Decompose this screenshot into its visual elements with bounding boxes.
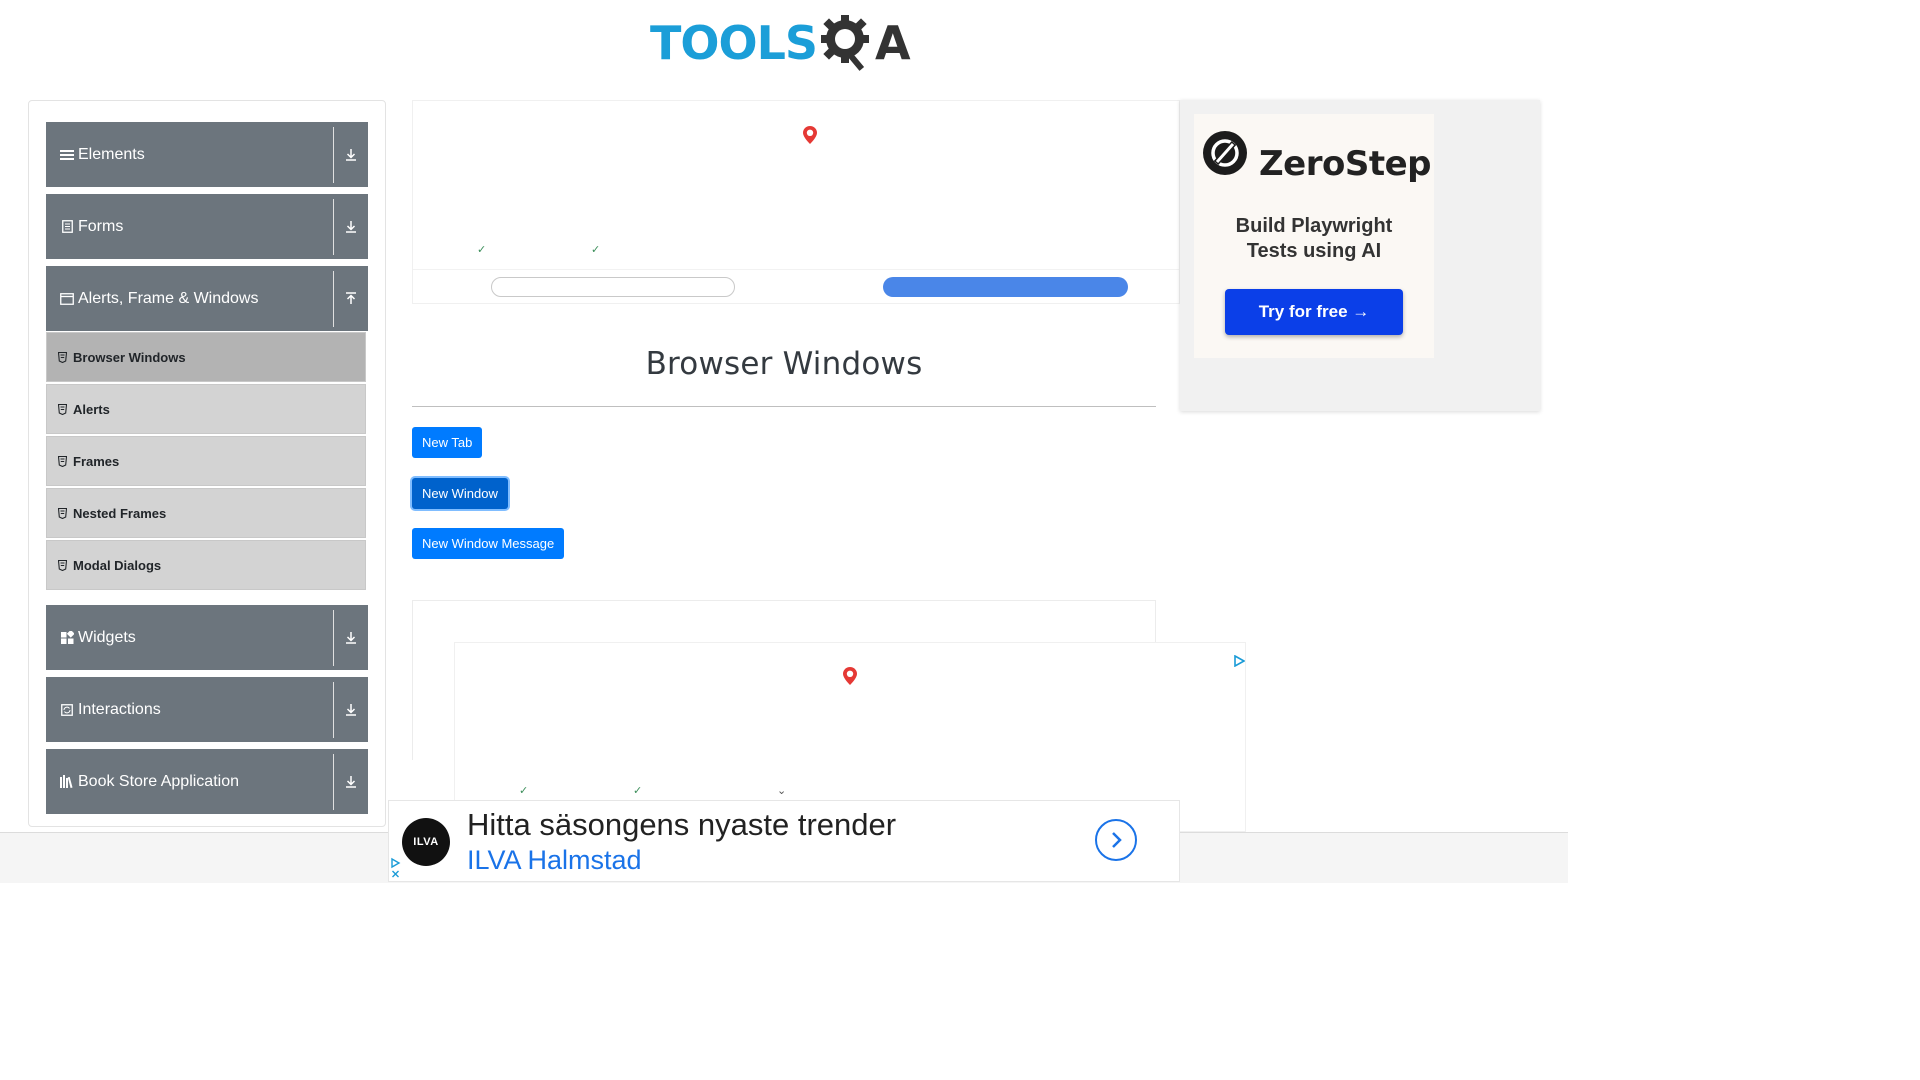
check-icon: ✓ — [519, 785, 529, 797]
ad-info-icon[interactable] — [391, 857, 401, 879]
ilva-logo: ILVA — [402, 818, 450, 866]
group-header-elements[interactable]: Elements — [46, 122, 368, 187]
ad-tagline-line1: Build Playwright — [1235, 215, 1393, 237]
library-icon — [60, 775, 74, 789]
new-window-message-button[interactable]: New Window Message — [412, 528, 565, 559]
ad-brand-name: ZeroStep — [1259, 144, 1431, 184]
adchoices-icon[interactable] — [1233, 655, 1245, 667]
page-title: Browser Windows — [645, 346, 923, 382]
html5-icon — [57, 403, 67, 415]
group-header-forms[interactable]: Forms — [46, 194, 368, 259]
html5-icon — [57, 351, 67, 363]
group-header-widgets[interactable]: Widgets — [46, 605, 368, 670]
sub-item-frames[interactable]: Frames — [46, 436, 366, 486]
window-icon — [60, 292, 74, 306]
check-icon: ✓ — [633, 785, 643, 797]
title-divider — [412, 406, 1156, 407]
html5-icon — [57, 559, 67, 571]
group-label: Forms — [78, 217, 124, 235]
zerostep-logo-icon — [1203, 131, 1247, 175]
check-icon: ✓ — [591, 244, 601, 256]
download-arrow-icon[interactable] — [334, 631, 368, 644]
map-pin-icon — [803, 126, 817, 144]
group-label: Alerts, Frame & Windows — [78, 289, 259, 307]
logo-a-text: A — [875, 16, 911, 70]
group-header-interactions[interactable]: Interactions — [46, 677, 368, 742]
sub-item-label: Browser Windows — [73, 349, 186, 365]
gear-magnifier-icon — [821, 15, 870, 71]
html5-icon — [57, 455, 67, 467]
group-label: Widgets — [78, 628, 136, 646]
upload-arrow-icon[interactable] — [334, 292, 368, 305]
html5-icon — [57, 507, 67, 519]
sub-item-label: Frames — [73, 453, 120, 469]
toolsqa-logo[interactable]: TOOLS A — [650, 10, 911, 76]
banner-subtitle: ILVA Halmstad — [467, 845, 642, 875]
hamburger-icon — [60, 148, 74, 162]
sub-item-alerts[interactable]: Alerts — [46, 384, 366, 434]
download-arrow-icon[interactable] — [334, 148, 368, 161]
top-ad-frame[interactable]: ✓ ✓ — [412, 100, 1180, 304]
sub-item-modal-dialogs[interactable]: Modal Dialogs — [46, 540, 366, 590]
banner-headline: Hitta säsongens nyaste trender — [467, 807, 897, 842]
download-arrow-icon[interactable] — [334, 775, 368, 788]
sub-item-browser-windows[interactable]: Browser Windows — [46, 332, 366, 382]
group-header-alerts-frame-windows[interactable]: Alerts, Frame & Windows — [46, 266, 368, 331]
divider — [413, 269, 1179, 270]
map-pin-icon — [843, 667, 857, 685]
group-label: Elements — [78, 145, 145, 163]
group-label: Book Store Application — [78, 772, 239, 790]
interactions-icon — [60, 703, 74, 717]
check-icon: ✓ — [477, 244, 487, 256]
ad-tagline: Build Playwright Tests using AI — [1216, 214, 1412, 264]
sub-item-label: Alerts — [73, 401, 110, 417]
chevron-right-icon[interactable] — [1095, 819, 1137, 861]
left-panel: Elements Forms Alerts, Frame & Windows B… — [28, 100, 386, 827]
form-icon — [60, 220, 74, 234]
group-header-book-store[interactable]: Book Store Application — [46, 749, 368, 814]
logo-tools-text: TOOLS — [650, 16, 818, 70]
sub-item-nested-frames[interactable]: Nested Frames — [46, 488, 366, 538]
new-tab-button[interactable]: New Tab — [412, 427, 483, 458]
widgets-icon — [60, 631, 74, 645]
chevron-down-icon: ⌄ — [777, 785, 787, 797]
sub-item-label: Nested Frames — [73, 505, 167, 521]
bottom-banner-ad[interactable]: ILVA Hitta säsongens nyaste trender ILVA… — [388, 800, 1180, 882]
try-for-free-button[interactable]: Try for free → — [1225, 289, 1403, 335]
group-label: Interactions — [78, 700, 161, 718]
right-ad[interactable]: ZeroStep Build Playwright Tests using AI… — [1180, 100, 1540, 411]
ad-pill-filled[interactable] — [883, 277, 1128, 297]
ad-pill-outline[interactable] — [491, 277, 735, 297]
sub-item-label: Modal Dialogs — [73, 557, 162, 573]
ad-tagline-line2: Tests using AI — [1246, 240, 1382, 262]
download-arrow-icon[interactable] — [334, 220, 368, 233]
download-arrow-icon[interactable] — [334, 703, 368, 716]
new-window-button[interactable]: New Window — [412, 478, 508, 509]
